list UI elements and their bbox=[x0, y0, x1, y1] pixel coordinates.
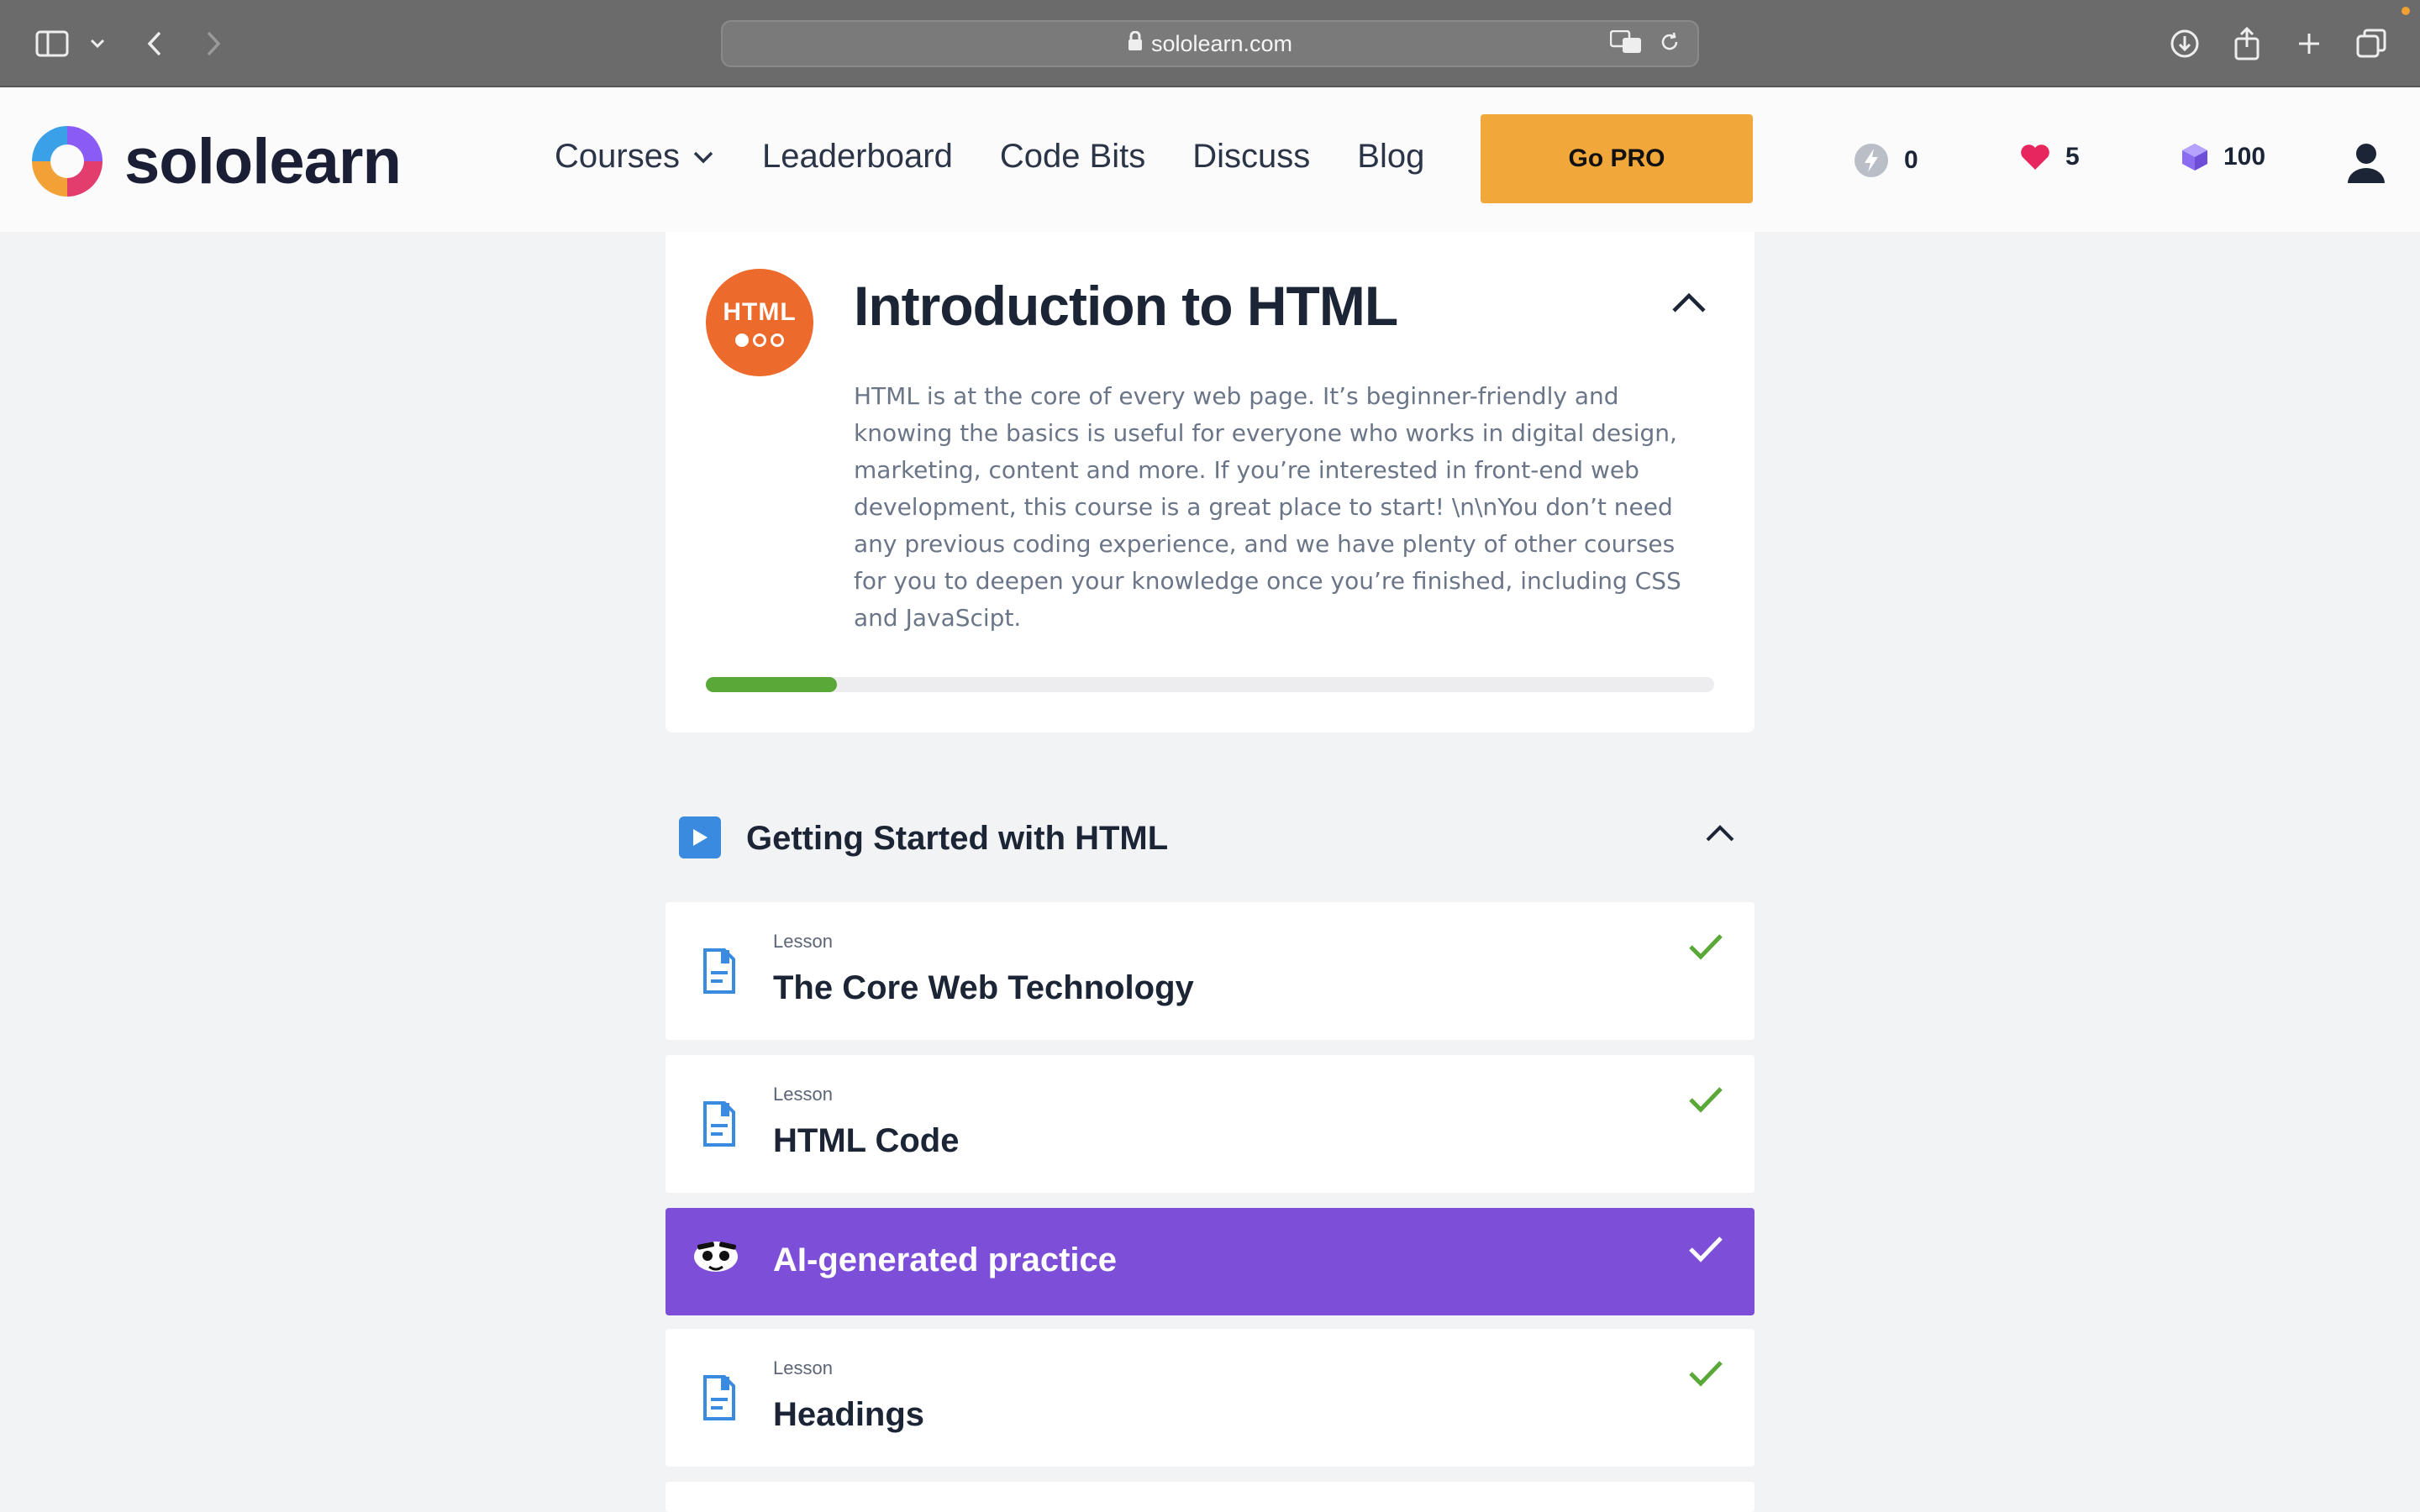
course-description: HTML is at the core of every web page. I… bbox=[854, 382, 1681, 632]
nav-code-bits-label: Code Bits bbox=[999, 138, 1146, 175]
sololearn-logo-icon bbox=[32, 126, 103, 197]
ai-practice-title: AI-generated practice bbox=[773, 1242, 1118, 1278]
nav-discuss[interactable]: Discuss bbox=[1192, 138, 1310, 176]
chevron-up-icon bbox=[1672, 292, 1706, 312]
tab-overview-icon[interactable] bbox=[2349, 22, 2393, 66]
gems-stat[interactable]: 100 bbox=[2181, 143, 2265, 171]
lesson-title: The Core Web Technology bbox=[773, 969, 1194, 1006]
streak-stat[interactable]: 0 bbox=[1854, 143, 1918, 178]
collapse-course-button[interactable] bbox=[1670, 291, 1707, 318]
gem-icon bbox=[2182, 144, 2207, 171]
sololearn-logo[interactable]: sololearn bbox=[25, 119, 402, 203]
ai-practice-item[interactable]: AI-generated practice bbox=[666, 1208, 1754, 1315]
translate-icon[interactable] bbox=[1609, 29, 1642, 60]
nav-leaderboard[interactable]: Leaderboard bbox=[762, 138, 953, 176]
lightning-icon bbox=[1854, 144, 1888, 177]
nav-blog[interactable]: Blog bbox=[1357, 138, 1424, 176]
lesson-item-partial[interactable] bbox=[666, 1482, 1754, 1512]
lesson-title: Headings bbox=[773, 1396, 925, 1433]
browser-toolbar: sololearn.com bbox=[0, 0, 2420, 87]
html-course-badge: HTML bbox=[706, 269, 813, 376]
ai-mascot-icon bbox=[692, 1236, 739, 1284]
course-progress-fill bbox=[706, 677, 837, 692]
lesson-title: HTML Code bbox=[773, 1122, 960, 1159]
course-badge-dots bbox=[735, 333, 784, 347]
lesson-kind: Lesson bbox=[773, 931, 833, 952]
hearts-stat[interactable]: 5 bbox=[2020, 143, 2080, 171]
course-progress-bar bbox=[706, 677, 1714, 692]
nav-blog-label: Blog bbox=[1357, 138, 1425, 175]
new-tab-icon[interactable] bbox=[2287, 22, 2331, 66]
heart-icon bbox=[2021, 144, 2049, 170]
nav-leaderboard-label: Leaderboard bbox=[761, 138, 953, 175]
lesson-kind: Lesson bbox=[773, 1357, 833, 1378]
hearts-count: 5 bbox=[2065, 143, 2080, 171]
module-header[interactable]: Getting Started with HTML bbox=[666, 806, 1754, 870]
share-icon[interactable] bbox=[2225, 22, 2269, 66]
chevron-up-icon bbox=[1706, 825, 1734, 842]
check-icon bbox=[1687, 1085, 1724, 1118]
go-pro-button[interactable]: Go PRO bbox=[1481, 114, 1753, 203]
address-bar[interactable]: sololearn.com bbox=[721, 20, 1699, 67]
check-icon bbox=[1687, 932, 1724, 965]
user-avatar-icon[interactable] bbox=[2346, 141, 2386, 189]
lesson-document-icon bbox=[702, 948, 736, 999]
streak-count: 0 bbox=[1904, 146, 1918, 174]
collapse-module-button[interactable] bbox=[1704, 823, 1736, 848]
lesson-document-icon bbox=[702, 1100, 736, 1152]
module-title: Getting Started with HTML bbox=[746, 820, 1169, 857]
nav-courses[interactable]: Courses bbox=[555, 138, 715, 176]
logo-text: sololearn bbox=[124, 125, 402, 197]
download-icon[interactable] bbox=[2163, 22, 2207, 66]
lock-icon bbox=[1128, 30, 1143, 57]
main-nav: Courses Leaderboard Code Bits Discuss Bl… bbox=[555, 138, 1424, 176]
url-text: sololearn.com bbox=[1150, 30, 1293, 56]
gems-count: 100 bbox=[2223, 143, 2266, 171]
reload-icon[interactable] bbox=[1659, 31, 1681, 59]
play-icon bbox=[679, 816, 721, 858]
back-icon[interactable] bbox=[133, 22, 176, 66]
site-header: sololearn Courses Leaderboard Code Bits … bbox=[0, 87, 2420, 232]
lesson-item[interactable]: Lesson Headings bbox=[666, 1329, 1754, 1467]
check-icon bbox=[1687, 1235, 1724, 1268]
lesson-item[interactable]: Lesson The Core Web Technology bbox=[666, 902, 1754, 1040]
chevron-down-icon bbox=[693, 151, 713, 163]
chevron-down-icon[interactable] bbox=[76, 22, 119, 66]
nav-discuss-label: Discuss bbox=[1192, 138, 1311, 175]
notification-dot bbox=[2402, 7, 2410, 15]
sidebar-toggle-icon[interactable] bbox=[30, 22, 74, 66]
nav-code-bits[interactable]: Code Bits bbox=[1000, 138, 1145, 176]
lesson-document-icon bbox=[702, 1374, 736, 1425]
course-title: Introduction to HTML bbox=[854, 275, 1398, 337]
course-card: HTML Introduction to HTML HTML is at the… bbox=[666, 232, 1754, 732]
check-icon bbox=[1687, 1359, 1724, 1392]
course-badge-text: HTML bbox=[723, 298, 797, 326]
lesson-kind: Lesson bbox=[773, 1084, 833, 1105]
lesson-item[interactable]: Lesson HTML Code bbox=[666, 1055, 1754, 1193]
forward-icon[interactable] bbox=[192, 22, 235, 66]
nav-courses-label: Courses bbox=[555, 138, 680, 175]
